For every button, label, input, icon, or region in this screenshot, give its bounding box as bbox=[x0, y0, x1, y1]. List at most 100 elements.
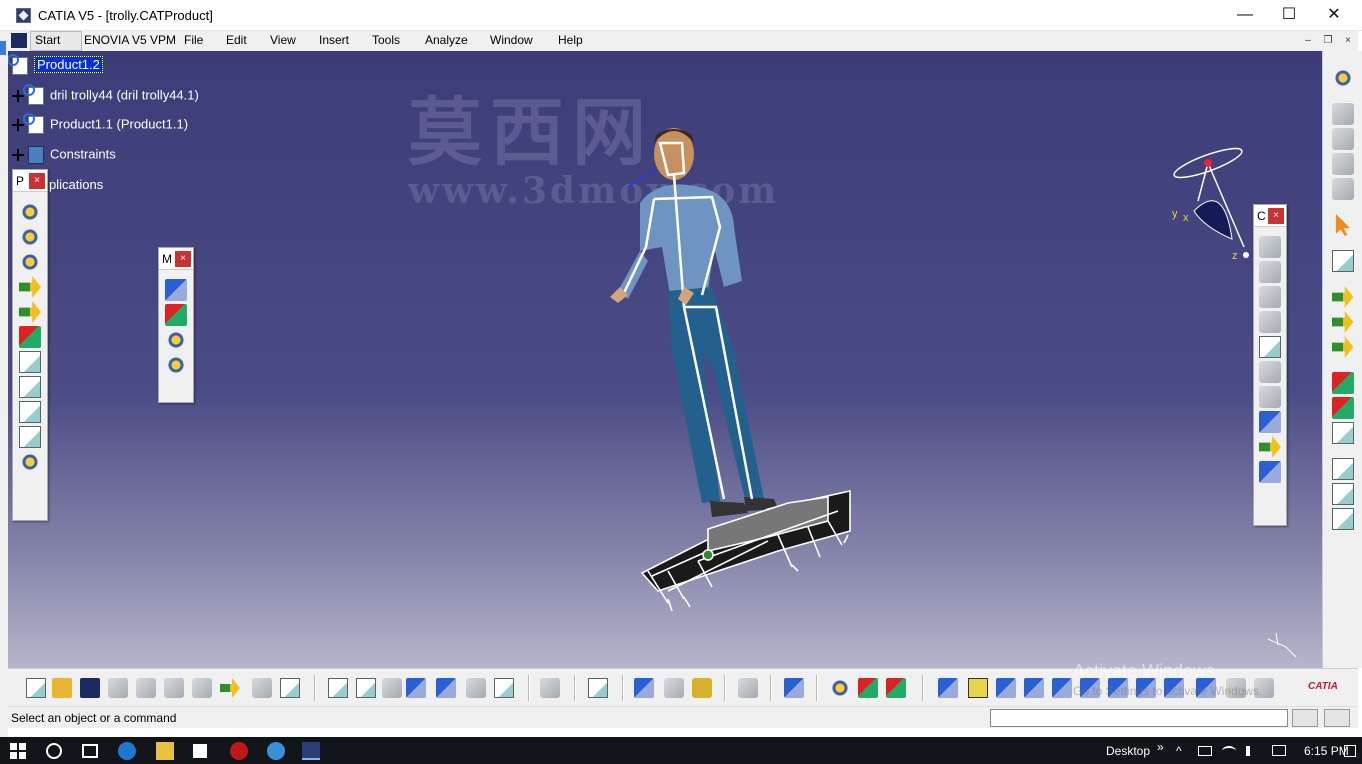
annotation-icon[interactable] bbox=[1331, 458, 1354, 480]
capture-camera-icon[interactable] bbox=[540, 678, 560, 698]
quick-constraint-icon[interactable] bbox=[1259, 386, 1281, 408]
reuse-pattern-icon[interactable] bbox=[1259, 461, 1281, 483]
catalog-browser-icon[interactable] bbox=[588, 678, 608, 698]
app-red-icon[interactable] bbox=[230, 742, 248, 760]
manipulation-cursor-icon[interactable] bbox=[1331, 250, 1354, 272]
text-annotation-icon[interactable] bbox=[1331, 483, 1354, 505]
menu-start[interactable]: Start bbox=[35, 33, 60, 47]
show-hidden-icons-icon[interactable]: ^ bbox=[1176, 744, 1182, 758]
toolbar-close-button[interactable]: × bbox=[29, 173, 45, 189]
battery-icon[interactable] bbox=[1198, 746, 1212, 756]
menu-tools[interactable]: Tools bbox=[372, 33, 400, 47]
menu-file[interactable]: File bbox=[184, 33, 203, 47]
manikin-model[interactable] bbox=[610, 128, 778, 517]
toolbar-close-button[interactable]: × bbox=[1268, 208, 1284, 224]
multi-instantiation-icon[interactable] bbox=[19, 451, 41, 473]
zoom-in-icon[interactable] bbox=[1052, 678, 1072, 698]
new-file-icon[interactable] bbox=[26, 678, 46, 698]
graph-tree-reordering-icon[interactable] bbox=[19, 351, 41, 373]
whats-this-icon[interactable] bbox=[280, 678, 300, 698]
pan-icon[interactable] bbox=[996, 678, 1016, 698]
mdi-restore-button[interactable]: ❐ bbox=[1321, 34, 1335, 48]
open-file-icon[interactable] bbox=[52, 678, 72, 698]
close-button[interactable]: ✕ bbox=[1311, 4, 1357, 26]
fix-together-icon[interactable] bbox=[1259, 361, 1281, 383]
knowledge-icon[interactable] bbox=[382, 678, 402, 698]
clock-time[interactable]: 6:15 PM bbox=[1304, 744, 1349, 758]
insert-product-icon[interactable] bbox=[19, 226, 41, 248]
print-icon[interactable] bbox=[108, 678, 128, 698]
parameters-icon[interactable] bbox=[494, 678, 514, 698]
apply-material-icon[interactable] bbox=[830, 678, 850, 698]
angle-constraint-icon[interactable] bbox=[1259, 311, 1281, 333]
mdi-close-button[interactable]: × bbox=[1341, 34, 1355, 48]
catia-app-icon[interactable] bbox=[16, 8, 31, 23]
flag-note-icon[interactable] bbox=[1331, 508, 1354, 530]
offset-constraint-icon[interactable] bbox=[1259, 286, 1281, 308]
file-explorer-icon[interactable] bbox=[156, 742, 174, 760]
select-cursor-icon[interactable] bbox=[1335, 214, 1351, 236]
toolbar-close-button[interactable]: × bbox=[175, 251, 191, 267]
notifications-icon[interactable] bbox=[1344, 745, 1356, 757]
existing-component-icon[interactable] bbox=[19, 276, 41, 298]
manipulation-icon[interactable] bbox=[165, 279, 187, 301]
windows-start-icon[interactable] bbox=[10, 743, 26, 759]
desktop-chevron[interactable]: » bbox=[1157, 740, 1164, 754]
bill-of-material-icon[interactable] bbox=[1331, 422, 1354, 444]
search-icon[interactable] bbox=[46, 743, 62, 759]
contact-constraint-icon[interactable] bbox=[1259, 261, 1281, 283]
product-structure-workbench-icon[interactable] bbox=[1331, 67, 1354, 89]
command-input[interactable] bbox=[990, 709, 1288, 727]
formula-icon[interactable] bbox=[328, 678, 348, 698]
redo-icon[interactable] bbox=[252, 678, 272, 698]
minimize-button[interactable]: — bbox=[1222, 4, 1268, 26]
change-constraint-icon[interactable] bbox=[1259, 436, 1281, 458]
menu-insert[interactable]: Insert bbox=[319, 33, 349, 47]
measure-item-icon[interactable] bbox=[664, 678, 684, 698]
rotate-icon[interactable] bbox=[1024, 678, 1044, 698]
update-all-icon[interactable] bbox=[1331, 311, 1354, 333]
coincidence-constraint-icon[interactable] bbox=[1259, 236, 1281, 258]
toolbar-header[interactable]: P × bbox=[13, 170, 47, 192]
lock-icon[interactable] bbox=[466, 678, 486, 698]
task-view-icon[interactable] bbox=[82, 744, 98, 758]
insert-part-icon[interactable] bbox=[19, 251, 41, 273]
stop-manipulate-on-clash-icon[interactable] bbox=[165, 354, 187, 376]
sectioning-icon[interactable] bbox=[784, 678, 804, 698]
keyboard-icon[interactable] bbox=[1272, 745, 1286, 756]
existing-component-grey-icon[interactable] bbox=[1331, 178, 1354, 200]
undo-icon[interactable] bbox=[220, 678, 240, 698]
measure-inertia-icon[interactable] bbox=[692, 678, 712, 698]
new-part-icon[interactable] bbox=[1331, 153, 1354, 175]
3d-viewport[interactable]: 莫西网 www.3dmox.com Product1.2 dril trolly… bbox=[8, 51, 1322, 668]
maximize-button[interactable]: ☐ bbox=[1266, 4, 1312, 26]
catia-taskbar-icon[interactable] bbox=[302, 742, 320, 760]
catia-menu-logo-icon[interactable] bbox=[11, 33, 27, 48]
clash-icon[interactable] bbox=[738, 678, 758, 698]
toolbar-header[interactable]: M × bbox=[159, 248, 193, 270]
assembly-features-icon[interactable] bbox=[1331, 372, 1354, 394]
fix-component-icon[interactable] bbox=[1259, 336, 1281, 358]
new-component-icon[interactable] bbox=[1331, 103, 1354, 125]
fit-all-icon[interactable] bbox=[968, 678, 988, 698]
scene-icon[interactable] bbox=[886, 678, 906, 698]
command-options-button[interactable] bbox=[1292, 709, 1318, 727]
compass-widget[interactable] bbox=[1171, 143, 1249, 258]
wifi-icon[interactable] bbox=[1222, 746, 1236, 756]
store-icon[interactable] bbox=[193, 744, 207, 758]
mdi-minimize-button[interactable]: – bbox=[1301, 34, 1315, 48]
explode-icon[interactable] bbox=[165, 329, 187, 351]
update-icon[interactable] bbox=[1331, 286, 1354, 308]
fly-mode-icon[interactable] bbox=[938, 678, 958, 698]
split-icon[interactable] bbox=[1331, 397, 1354, 419]
volume-icon[interactable] bbox=[1246, 746, 1258, 756]
refresh-icon[interactable] bbox=[1331, 336, 1354, 358]
comment-icon[interactable] bbox=[356, 678, 376, 698]
command-execute-button[interactable] bbox=[1324, 709, 1350, 727]
selective-load-icon[interactable] bbox=[19, 401, 41, 423]
menu-analyze[interactable]: Analyze bbox=[425, 33, 468, 47]
new-product-icon[interactable] bbox=[1331, 128, 1354, 150]
menu-view[interactable]: View bbox=[270, 33, 296, 47]
edge-browser-icon[interactable] bbox=[118, 742, 136, 760]
replace-component-icon[interactable] bbox=[19, 326, 41, 348]
